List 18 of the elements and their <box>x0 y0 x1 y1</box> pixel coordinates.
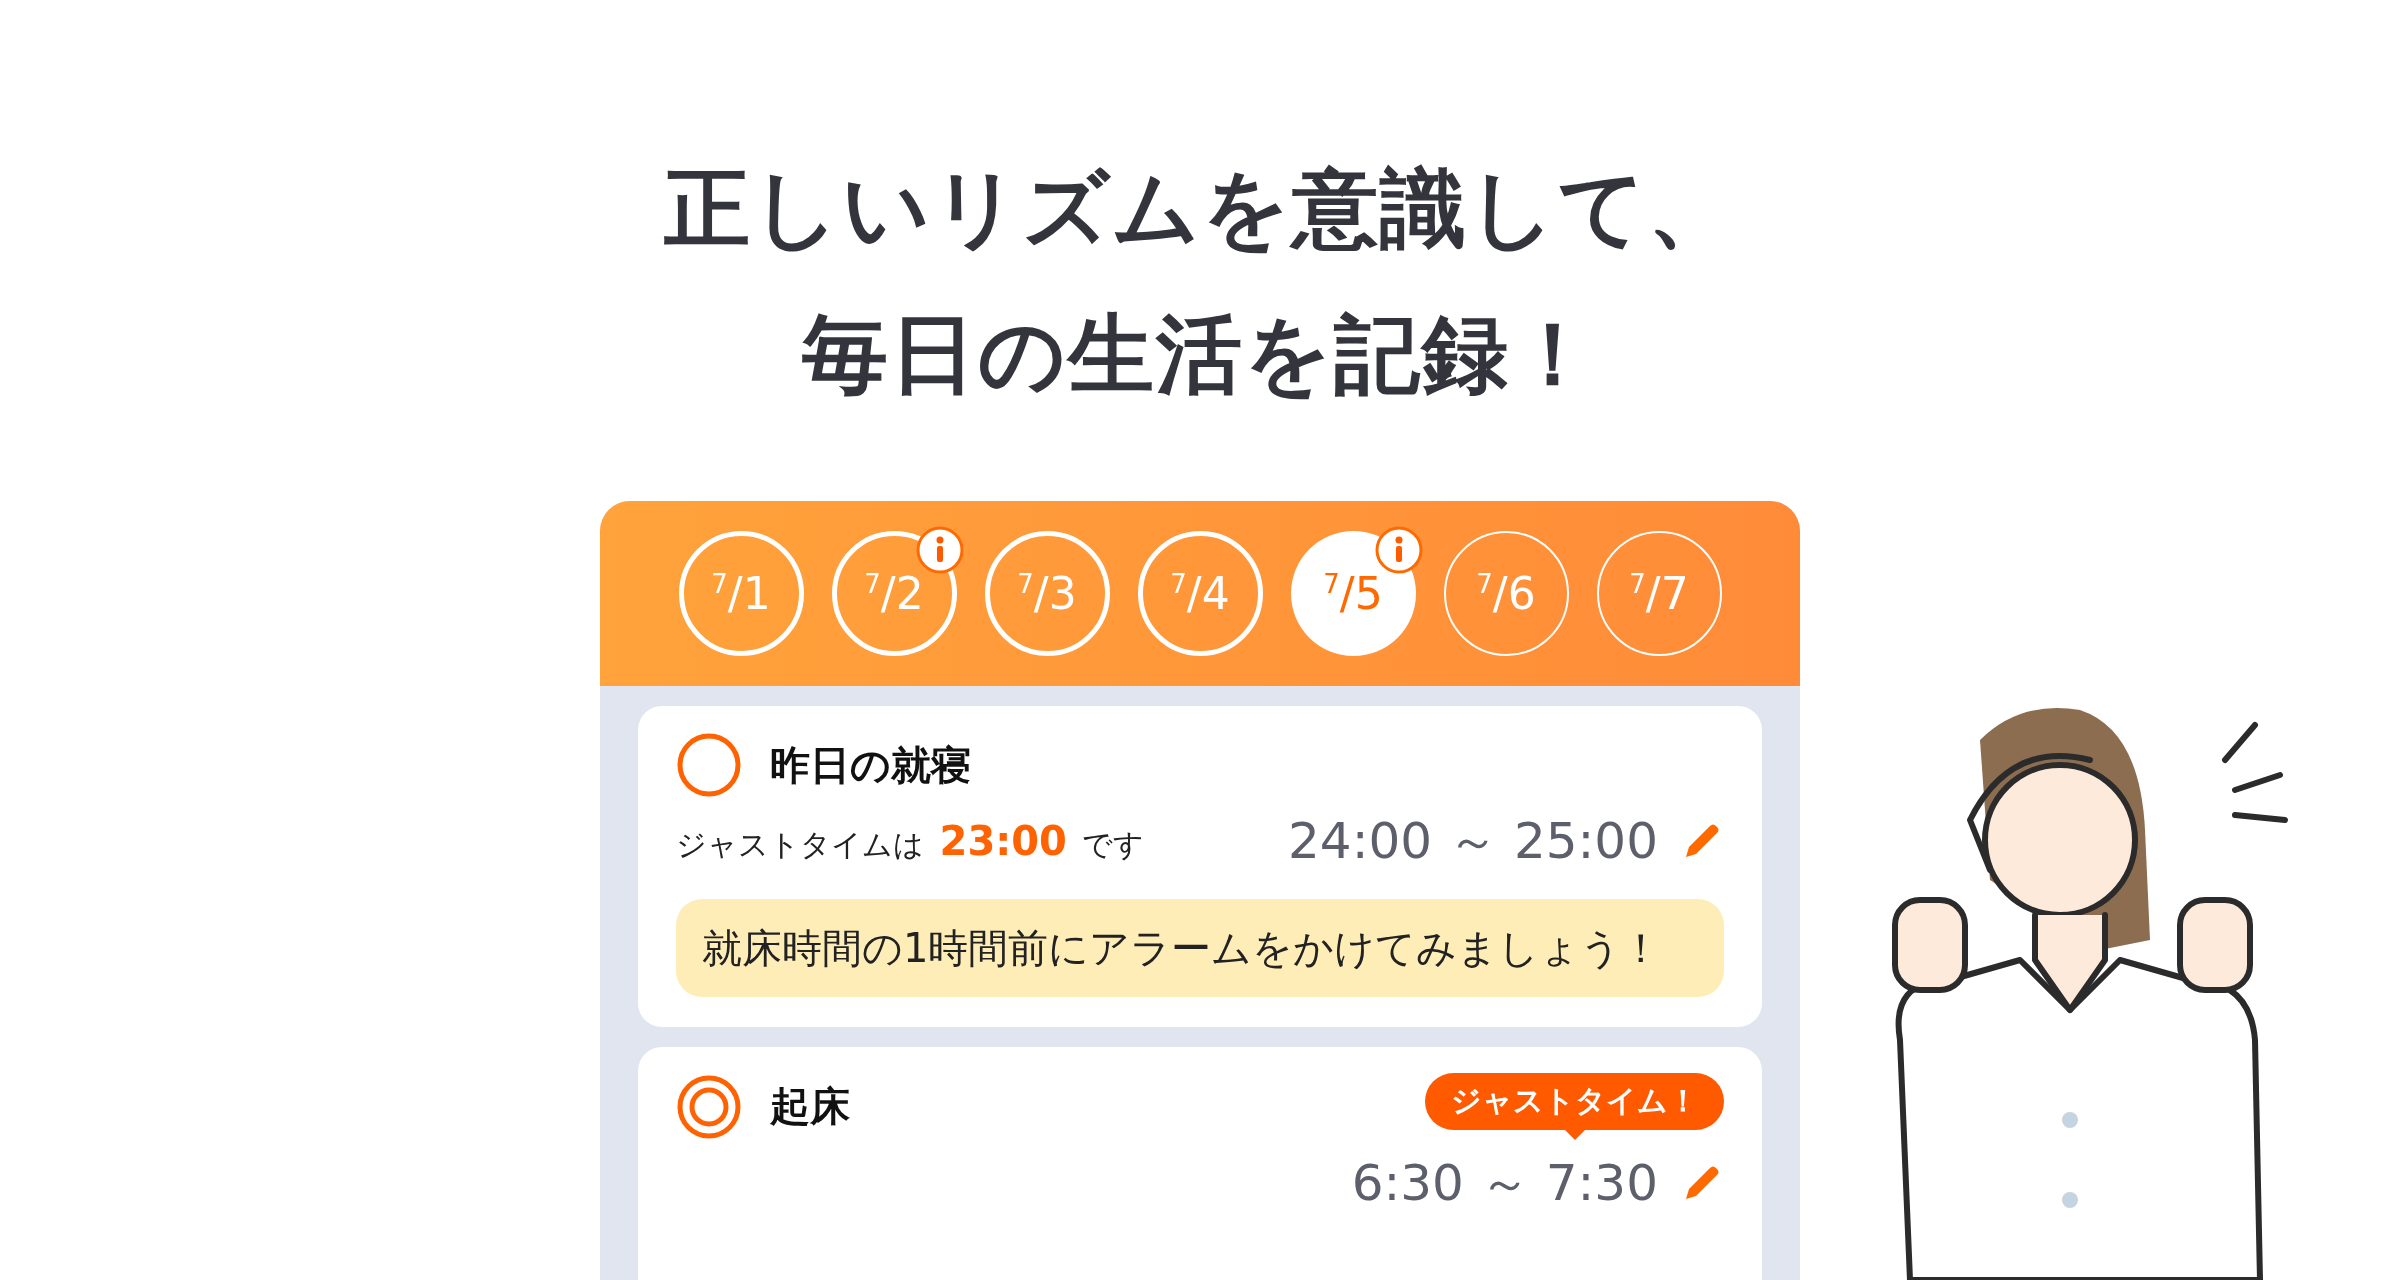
record-title: 昨日の就寝 <box>770 740 971 790</box>
time-range: 6:30 ～ 7:30 <box>1351 1153 1658 1215</box>
badge-pointer-icon <box>1564 1130 1585 1141</box>
just-time-note: ジャストタイムは 23:00 です <box>676 817 1145 866</box>
tip-message: 就床時間の1時間前にアラームをかけてみましょう！ <box>676 899 1724 998</box>
date-button[interactable]: $^{7}$/3 <box>984 531 1110 657</box>
date-button[interactable]: $^{7}$/4 <box>1137 531 1263 657</box>
date-button[interactable]: $^{7}$/7 <box>1596 531 1722 657</box>
date-button[interactable]: $^{7}$/1 <box>678 531 804 657</box>
date-button[interactable]: $^{7}$/5 <box>1290 531 1416 657</box>
double-circle-icon <box>676 1073 742 1140</box>
record-title: 起床 <box>770 1082 850 1132</box>
headline: 正しいリズムを意識して、 <box>664 157 1736 260</box>
time-range: 24:00 ～ 25:00 <box>1288 811 1658 873</box>
date-button[interactable]: $^{7}$/6 <box>1443 531 1569 657</box>
headline: 毎日の生活を記録！ <box>802 302 1598 406</box>
circle-icon <box>676 732 742 799</box>
just-time-badge: ジャストタイム！ <box>1425 1073 1724 1131</box>
